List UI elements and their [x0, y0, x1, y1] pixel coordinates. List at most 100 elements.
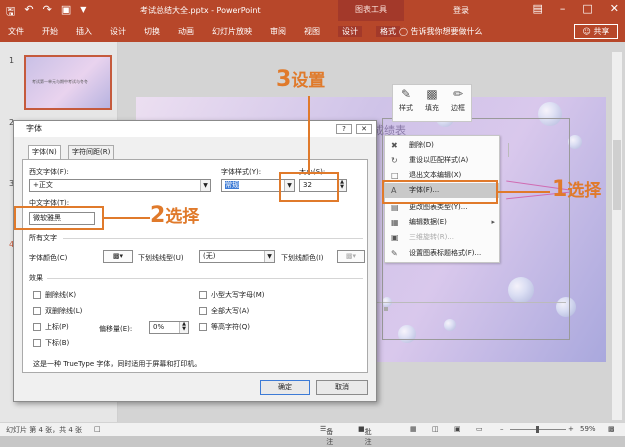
slide-counter: 幻灯片 第 4 张，共 4 张	[6, 426, 83, 434]
notes-button[interactable]: ☰ 备注	[320, 425, 333, 446]
all-caps-checkbox[interactable]	[199, 307, 207, 315]
divider	[63, 238, 363, 239]
double-strikethrough-checkbox[interactable]	[33, 307, 41, 315]
qat-dropdown-icon[interactable]: ▼	[80, 5, 86, 22]
small-caps-checkbox[interactable]	[199, 291, 207, 299]
pen-border-icon: ✏	[452, 87, 464, 101]
menu-item-reset-style[interactable]: ↻ 重设以匹配样式(A)	[385, 153, 499, 168]
font-color-button[interactable]: ▩▾	[103, 250, 133, 263]
effects-label: 效果	[29, 274, 43, 282]
cancel-button[interactable]: 取消	[316, 380, 368, 395]
reading-view-icon[interactable]: ▣	[454, 425, 461, 433]
underline-color-label: 下划线颜色(I)	[281, 254, 324, 262]
superscript-checkbox[interactable]	[33, 323, 41, 331]
dialog-title-bar[interactable]: 字体	[14, 121, 376, 137]
maximize-icon[interactable]: □	[582, 2, 592, 15]
fill-button[interactable]: ▩ 填充	[421, 87, 443, 113]
underline-color-button: ▩▾	[337, 250, 365, 263]
menu-item-edit-data[interactable]: ▦ 编辑数据(E) ▸	[385, 215, 499, 230]
login-link[interactable]: 登录	[453, 5, 469, 16]
style-icon: ✎	[400, 87, 412, 101]
equalize-height-checkbox[interactable]	[199, 323, 207, 331]
tab-file[interactable]: 文件	[8, 26, 24, 37]
border-button[interactable]: ✏ 边框	[447, 87, 469, 113]
tab-chart-format[interactable]: 格式	[376, 26, 400, 37]
annotation-label: 选择	[165, 207, 200, 227]
comments-label: 批注	[364, 428, 372, 446]
tab-transitions[interactable]: 切换	[144, 26, 160, 37]
menu-item-delete[interactable]: ✖ 删除(D)	[385, 138, 499, 153]
comments-button[interactable]: ■ 批注	[358, 425, 372, 446]
spellcheck-icon[interactable]: □	[94, 425, 101, 433]
small-caps-label: 小型大写字母(M)	[211, 291, 265, 299]
tab-insert[interactable]: 插入	[76, 26, 92, 37]
underline-type-value: (无)	[203, 252, 216, 260]
save-icon[interactable]: 🖫	[6, 3, 15, 22]
scrollbar-thumb[interactable]	[613, 140, 621, 210]
reset-icon: ↻	[391, 156, 398, 165]
format-mini-toolbar: ✎ 样式 ▩ 填充 ✏ 边框	[392, 84, 472, 122]
divider	[47, 278, 363, 279]
slideshow-icon[interactable]: ▣	[61, 3, 71, 22]
format-title-icon: ✎	[391, 249, 398, 258]
annotation-number: 3	[276, 67, 292, 92]
style-label: 样式	[399, 104, 413, 112]
slide-sorter-icon[interactable]: ◫	[432, 425, 439, 433]
minimize-icon[interactable]: –	[560, 2, 566, 15]
tab-design[interactable]: 设计	[110, 26, 126, 37]
spinner-arrows-icon[interactable]: ▲ ▼	[179, 322, 188, 333]
chevron-down-icon: ▼	[200, 180, 210, 191]
latin-font-dropdown[interactable]: +正文 ▼	[29, 179, 211, 192]
underline-type-dropdown[interactable]: (无) ▼	[199, 250, 275, 263]
ribbon-display-icon[interactable]: ▤	[532, 2, 542, 15]
paint-bucket-icon: ▩	[345, 252, 353, 260]
chevron-down-icon: ▼	[264, 251, 274, 262]
zoom-slider-thumb[interactable]	[536, 426, 539, 433]
help-icon[interactable]: ?	[336, 124, 352, 134]
tab-view[interactable]: 视图	[304, 26, 320, 37]
slide-thumbnail-1[interactable]: 考试第一单元与期中考试与冬冬	[24, 55, 112, 110]
menu-item-format-chart-title[interactable]: ✎ 设置图表标题格式(F)...	[385, 246, 499, 261]
menu-item-label: 退出文本编辑(X)	[409, 171, 462, 179]
tab-font[interactable]: 字体(N)	[28, 145, 61, 160]
offset-spinner[interactable]: 0% ▲ ▼	[149, 321, 189, 334]
double-strikethrough-label: 双删除线(L)	[45, 307, 83, 315]
close-icon[interactable]: ✕	[610, 2, 619, 15]
annotation-label: 选择	[567, 181, 602, 201]
style-button[interactable]: ✎ 样式	[395, 87, 417, 113]
ok-button[interactable]: 确定	[260, 380, 310, 395]
redo-icon[interactable]: ↷	[43, 3, 52, 22]
notes-label: 备注	[326, 428, 334, 446]
annotation-step-3: 3设置	[276, 66, 325, 92]
tab-slideshow[interactable]: 幻灯片放映	[212, 26, 252, 37]
tab-character-spacing[interactable]: 字符间距(R)	[68, 145, 115, 159]
tab-home[interactable]: 开始	[42, 26, 58, 37]
annotation-step-2: 2选择	[150, 202, 199, 228]
tab-animations[interactable]: 动画	[178, 26, 194, 37]
ribbon-tabs-bar: 文件 开始 插入 设计 切换 动画 幻灯片放映 审阅 视图 设计 格式 ◯ 告诉…	[0, 21, 625, 42]
fill-label: 填充	[425, 104, 439, 112]
undo-icon[interactable]: ↶	[24, 3, 33, 22]
normal-view-icon[interactable]: ▦	[410, 425, 417, 433]
strikethrough-checkbox[interactable]	[33, 291, 41, 299]
all-text-label: 所有文字	[29, 234, 57, 242]
contextual-tab-group-label: 图表工具	[338, 0, 404, 21]
slide-number-1: 1	[9, 56, 15, 65]
fit-slide-icon[interactable]: ▩	[608, 425, 615, 433]
tab-review[interactable]: 审阅	[270, 26, 286, 37]
annotation-step-1: 1选择	[552, 176, 601, 202]
tab-chart-design[interactable]: 设计	[338, 26, 362, 37]
zoom-out-icon[interactable]: –	[500, 425, 504, 433]
rotate-icon: ▣	[391, 233, 399, 242]
tell-me-box[interactable]: ◯ 告诉我你想要做什么	[399, 26, 483, 37]
slideshow-view-icon[interactable]: ▭	[476, 425, 483, 433]
offset-value: 0%	[153, 323, 165, 331]
zoom-in-icon[interactable]: +	[568, 425, 574, 433]
share-button[interactable]: ☺ 共享	[574, 24, 618, 39]
font-description: 这是一种 TrueType 字体，同时适用于屏幕和打印机。	[33, 360, 202, 368]
subscript-checkbox[interactable]	[33, 339, 41, 347]
zoom-level[interactable]: 59%	[580, 425, 596, 433]
dialog-close-icon[interactable]: ✕	[356, 124, 372, 134]
annotation-box-2	[14, 206, 104, 230]
vertical-scrollbar[interactable]	[612, 52, 622, 420]
